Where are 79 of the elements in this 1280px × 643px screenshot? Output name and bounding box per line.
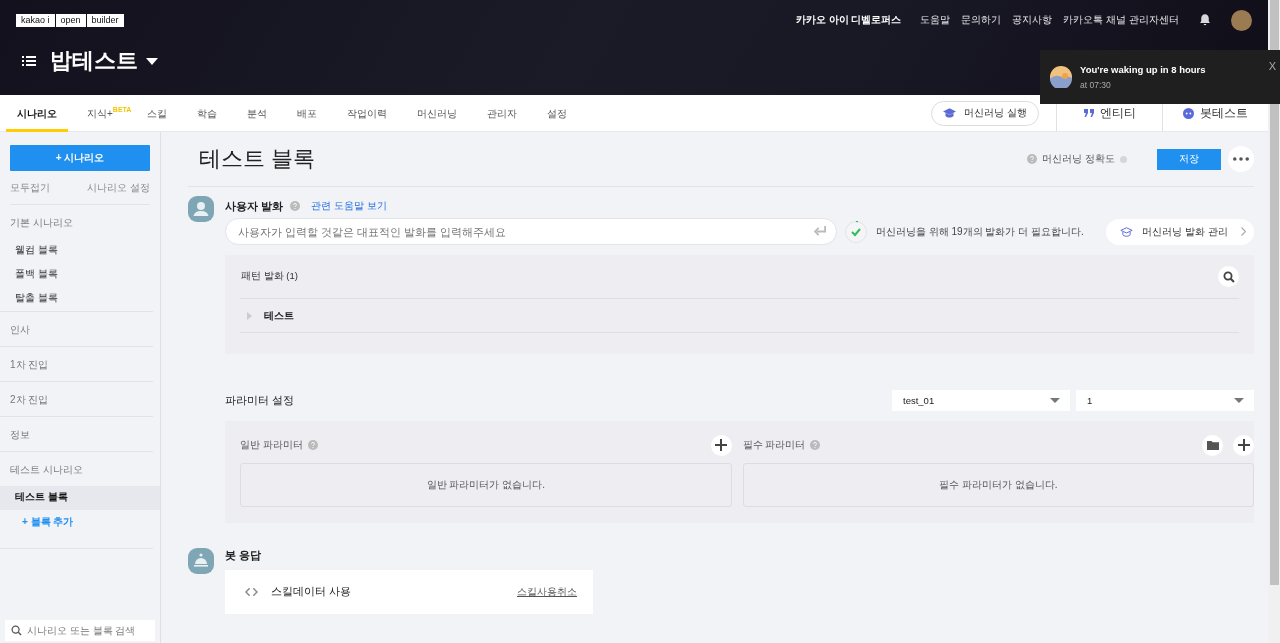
top-nav-link[interactable]: 카카오톡 채널 관리자센터 [1063, 13, 1179, 27]
scenario-group[interactable]: 1차 진입 [0, 347, 153, 381]
skill-label: 스킬데이터 사용 [271, 585, 351, 599]
nav-tab[interactable]: 머신러닝 [406, 95, 469, 132]
chevron-right-icon [1241, 227, 1246, 236]
quote-icon [1083, 109, 1094, 117]
nav-tab[interactable]: 분석 [236, 95, 279, 132]
robot-avatar-icon [188, 548, 214, 574]
scenario-group[interactable]: 2차 진입 [0, 382, 153, 416]
progress-check-icon [845, 220, 867, 243]
caret-icon[interactable] [146, 57, 158, 65]
list-icon[interactable] [22, 55, 36, 67]
ml-notice: 머신러닝을 위해 19개의 발화가 더 필요합니다. [876, 224, 1084, 239]
nav-tab[interactable]: 작업이력 [336, 95, 399, 132]
block-item[interactable]: 탈출 블록 [0, 287, 153, 311]
cancel-skill-link[interactable]: 스킬사용취소 [517, 585, 577, 599]
parameter-label: 필수 파라미터 [742, 438, 806, 452]
utterance-input[interactable]: 사용자가 입력할 것같은 대표적인 발화를 입력해주세요 [225, 218, 837, 245]
code-brackets-icon [245, 587, 258, 597]
block-item[interactable]: 폴백 블록 [0, 263, 153, 287]
folder-button[interactable] [1202, 434, 1223, 456]
plus-icon [715, 439, 728, 451]
logo[interactable]: kakao i open builder [16, 13, 124, 27]
ml-manage-button[interactable]: 머신러닝 발화 관리 [1106, 218, 1254, 245]
bot-name[interactable]: 밥테스트 [50, 46, 138, 76]
notification-time: at 07:30 [1080, 80, 1112, 90]
search-field[interactable]: 시나리오 또는 블록 검색 [5, 620, 155, 641]
section-heading: 파라미터 설정 [225, 393, 294, 408]
nav-tab[interactable]: 스킬 [136, 95, 179, 132]
add-button[interactable] [1233, 434, 1254, 456]
plus-icon [1237, 439, 1250, 451]
nav-tab[interactable]: 지식+$^{BETA}$ [76, 95, 129, 132]
notification-title: You're waking up in 8 hours [1080, 64, 1207, 75]
help-link[interactable]: 관련 도움말 보기 [311, 199, 387, 213]
scenario-group[interactable]: 테스트 시나리오 [0, 452, 153, 486]
chat-bubble-icon [1183, 107, 1194, 119]
block-item[interactable]: 웰컴 블록 [0, 239, 153, 263]
panel-heading: 패턴 발화 (1) [240, 270, 298, 283]
sunrise-icon [1050, 66, 1072, 88]
scenario-group[interactable]: 정보 [0, 417, 153, 451]
scenario-group[interactable]: 기본 시나리오 [0, 205, 153, 239]
nav-tab[interactable]: 학습 [186, 95, 229, 132]
caret-icon [1234, 398, 1244, 403]
block-item[interactable]: 테스트 블록 [0, 486, 160, 510]
search-icon [1222, 270, 1235, 283]
empty-message: 일반 파라미터가 없습니다. [240, 463, 732, 507]
block-title: 테스트 블록 [199, 145, 316, 173]
top-nav-link[interactable]: 도움말 [920, 13, 951, 27]
section-heading: 봇 응답 [225, 548, 263, 563]
graduation-cap-icon [943, 108, 957, 118]
scrollbar[interactable] [1268, 0, 1280, 643]
pattern-row[interactable]: 테스트 [240, 299, 1239, 333]
parameter-label: 일반 파라미터 [240, 438, 303, 452]
user-avatar-icon [188, 196, 214, 222]
scenario-group[interactable]: 인사 [0, 312, 153, 346]
section-heading: 사용자 발화 [225, 198, 284, 214]
dropdown[interactable]: test_01 [892, 390, 1070, 411]
more-icon [1233, 157, 1249, 161]
folder-icon [1206, 440, 1219, 450]
ml-accuracy-label: 머신러닝 정확도 [1042, 152, 1115, 166]
top-nav-link[interactable]: 카카오 아이 디벨로퍼스 [795, 13, 902, 27]
close-button[interactable]: X [1268, 60, 1276, 72]
dropdown[interactable]: 1 [1076, 390, 1254, 411]
top-nav-link[interactable]: 문의하기 [961, 13, 1002, 27]
nav-tab[interactable]: 설정 [536, 95, 579, 132]
bell-icon[interactable] [1198, 13, 1212, 27]
reminder-toast[interactable]: You're waking up in 8 hours at 07:30 X [1040, 50, 1280, 104]
search-button[interactable] [1218, 266, 1239, 287]
top-nav-link[interactable]: 공지사항 [1012, 13, 1053, 27]
ml-run-button[interactable]: 머신러닝 실행 [931, 100, 1039, 126]
nav-tab[interactable]: 배포 [286, 95, 329, 132]
status-dot [1120, 155, 1127, 163]
avatar[interactable] [1231, 9, 1252, 31]
add-button[interactable] [710, 434, 732, 456]
nav-tab[interactable]: 관리자 [476, 95, 529, 132]
empty-message: 필수 파라미터가 없습니다. [742, 463, 1254, 507]
caret-icon [1050, 398, 1060, 403]
graduation-cap-icon [1120, 226, 1134, 237]
more-button[interactable] [1228, 146, 1254, 172]
